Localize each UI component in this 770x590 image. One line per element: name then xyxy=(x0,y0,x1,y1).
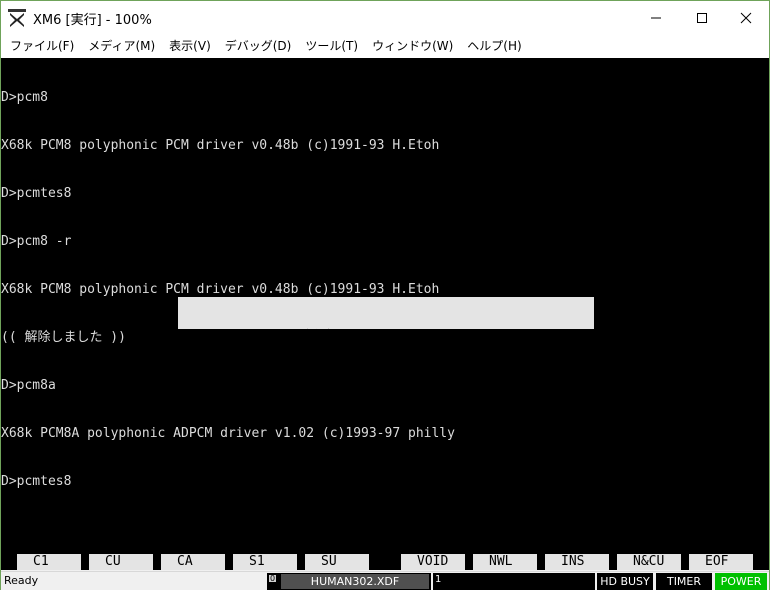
power-indicator[interactable]: POWER xyxy=(715,573,767,590)
menu-view[interactable]: 表示(V) xyxy=(163,34,219,58)
console-output: D>pcm8 X68k PCM8 polyphonic PCM driver v… xyxy=(1,58,455,522)
fkey-f8[interactable]: INS xyxy=(545,554,609,570)
console-line: X68k PCM8A polyphonic ADPCM driver v1.02… xyxy=(1,426,455,441)
xm6-app-icon[interactable] xyxy=(7,8,27,28)
menu-media[interactable]: メディア(M) xyxy=(82,34,163,58)
console-line: D>pcm8 xyxy=(1,90,48,105)
fkey-f5[interactable]: SU xyxy=(305,554,369,570)
fkey-f4[interactable]: S1 xyxy=(233,554,297,570)
close-button[interactable] xyxy=(723,1,769,34)
menu-bar: ファイル(F) メディア(M) 表示(V) デバッグ(D) ツール(T) ウィン… xyxy=(1,34,769,58)
emulator-screen[interactable]: D>pcm8 X68k PCM8 polyphonic PCM driver v… xyxy=(1,58,769,553)
console-line: X68k PCM8 polyphonic PCM driver v0.48b (… xyxy=(1,138,440,153)
maximize-button[interactable] xyxy=(679,1,725,34)
fkey-f2[interactable]: CU xyxy=(89,554,153,570)
fkey-f7[interactable]: NWL xyxy=(473,554,537,570)
title-bar[interactable]: XM6 [実行] - 100% xyxy=(1,1,769,34)
fdd1-label: 1 xyxy=(435,574,442,585)
status-ready-text: Ready xyxy=(4,574,39,587)
fkey-f10[interactable]: EOF xyxy=(689,554,753,570)
console-line: D>pcmtes8 xyxy=(1,186,72,201)
fdd0-access-led: 0 xyxy=(268,574,277,583)
address-error-dialog: アドレスエラーが発生しました(SR=$2300:PC=$0008128E) 中止… xyxy=(178,297,594,392)
console-line: X68k PCM8 polyphonic PCM driver v0.48b (… xyxy=(1,282,440,297)
menu-window[interactable]: ウィンドウ(W) xyxy=(366,34,461,58)
fdd0-disk-name: HUMAN302.XDF xyxy=(281,574,429,589)
minimize-button[interactable] xyxy=(633,1,679,34)
error-choices: 中止<A> 再実行< > 無視< > ? xyxy=(281,377,491,392)
window-title: XM6 [実行] - 100% xyxy=(33,13,152,28)
fkey-f9[interactable]: N&CU xyxy=(617,554,681,570)
console-line: D>pcmtes8 xyxy=(1,474,72,489)
fdd0-drive[interactable]: 0 HUMAN302.XDF xyxy=(267,573,431,590)
menu-debug[interactable]: デバッグ(D) xyxy=(219,34,300,58)
menu-help[interactable]: ヘルプ(H) xyxy=(461,34,529,58)
fdd1-drive[interactable]: 1 xyxy=(433,573,595,590)
app-window: XM6 [実行] - 100% ファイル(F) メディア(M) 表示(V) デバ… xyxy=(0,0,770,590)
function-key-bar: C1 CU CA S1 SU VOID NWL INS N&CU EOF xyxy=(1,553,769,570)
menu-file[interactable]: ファイル(F) xyxy=(4,34,82,58)
fkey-f1[interactable]: C1 xyxy=(17,554,81,570)
menu-tools[interactable]: ツール(T) xyxy=(299,34,366,58)
fkey-f6[interactable]: VOID xyxy=(401,554,465,570)
console-line: D>pcm8 -r xyxy=(1,234,72,249)
status-bar: Ready 0 HUMAN302.XDF 1 HD BUSY TIMER POW… xyxy=(1,571,769,590)
fkey-f3[interactable]: CA xyxy=(161,554,225,570)
hd-busy-indicator: HD BUSY xyxy=(597,573,653,590)
error-message: アドレスエラーが発生しました(SR=$2300:PC=$0008128E) xyxy=(204,329,567,344)
timer-indicator: TIMER xyxy=(656,573,712,590)
close-icon xyxy=(740,12,752,23)
